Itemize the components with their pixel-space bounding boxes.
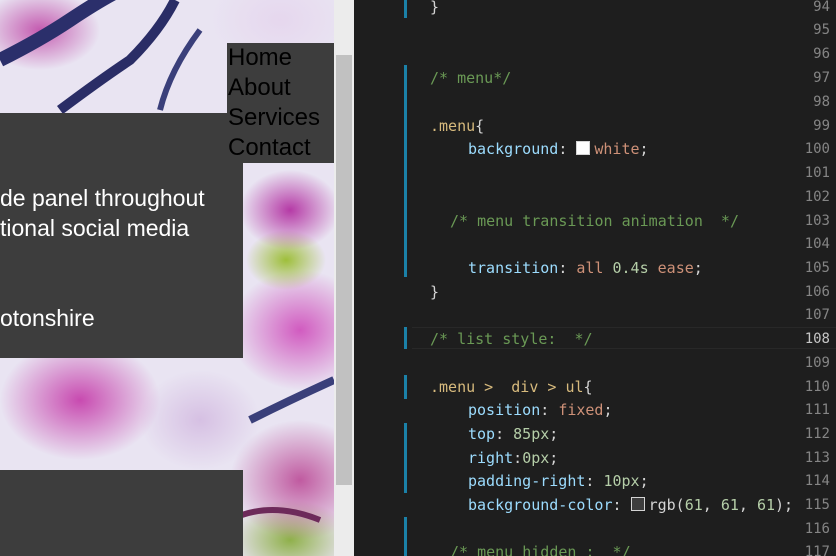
code-line-114: padding-right: 10px; [468, 472, 649, 490]
line-number: 105 [804, 260, 830, 276]
nav-link-home[interactable]: Home [228, 43, 292, 73]
line-number: 111 [804, 402, 830, 418]
code-line-94: } [430, 0, 440, 16]
preview-scrollbar-thumb[interactable] [336, 55, 352, 485]
line-number: 101 [804, 165, 830, 181]
git-change-indicator [404, 423, 407, 493]
line-number: 97 [813, 70, 830, 86]
line-number: 98 [813, 94, 830, 110]
code-line-97-comment: /* menu*/ [430, 69, 512, 87]
panel-text-line: tional social media [0, 215, 190, 241]
panel-text-line: otonshire [0, 305, 95, 331]
git-change-indicator [404, 0, 407, 18]
code-line-115: background-color: rgb(61, 61, 61); [468, 496, 794, 514]
line-number-gutter [354, 0, 404, 556]
color-swatch-white[interactable] [576, 141, 591, 155]
line-number: 106 [804, 284, 830, 300]
git-change-indicator [404, 65, 407, 277]
nav-link-about[interactable]: About [228, 73, 291, 103]
line-number-active: 108 [804, 331, 830, 347]
line-number: 107 [804, 307, 830, 323]
line-number: 95 [813, 22, 830, 38]
line-number: 113 [804, 450, 830, 466]
code-editor[interactable]: 94 95 96 97 98 99 100 101 102 103 104 10… [354, 0, 836, 556]
line-number: 99 [813, 118, 830, 134]
nav-link-contact[interactable]: Contact [228, 133, 311, 163]
browser-preview: de panel throughout tional social media … [0, 0, 334, 556]
line-number: 112 [804, 426, 830, 442]
code-line-99: .menu{ [430, 117, 485, 135]
code-line-103-comment: /* menu transition animation */ [450, 212, 739, 230]
line-number: 116 [804, 521, 830, 537]
line-number: 103 [804, 213, 830, 229]
nav-menu: Home About Services Contact [227, 43, 334, 163]
code-line-100: background: white; [468, 140, 649, 158]
code-line-106: } [430, 283, 440, 301]
code-line-117-comment: /* menu hidden : */ [450, 543, 631, 556]
line-number: 104 [804, 236, 830, 252]
line-number: 94 [813, 0, 830, 15]
panel-text-line: de panel throughout [0, 185, 205, 211]
code-line-110: .menu > div > ul{ [430, 378, 593, 396]
git-change-indicator [404, 375, 407, 399]
code-line-108-comment: /* list style: */ [430, 330, 593, 348]
color-swatch-rgb61[interactable] [630, 497, 645, 511]
git-change-indicator [404, 327, 407, 349]
line-number: 110 [804, 379, 830, 395]
line-number: 100 [804, 141, 830, 157]
content-panel-lower [0, 470, 243, 556]
code-line-112: top: 85px; [468, 425, 559, 443]
line-number: 114 [804, 473, 830, 489]
code-line-105: transition: all 0.4s ease; [468, 259, 703, 277]
code-line-111: position: fixed; [468, 401, 613, 419]
line-number: 102 [804, 189, 830, 205]
code-line-113: right:0px; [468, 449, 559, 467]
line-number: 117 [804, 544, 830, 556]
line-number: 109 [804, 355, 830, 371]
line-number: 96 [813, 46, 830, 62]
git-change-indicator [404, 517, 407, 556]
nav-link-services[interactable]: Services [228, 103, 320, 133]
